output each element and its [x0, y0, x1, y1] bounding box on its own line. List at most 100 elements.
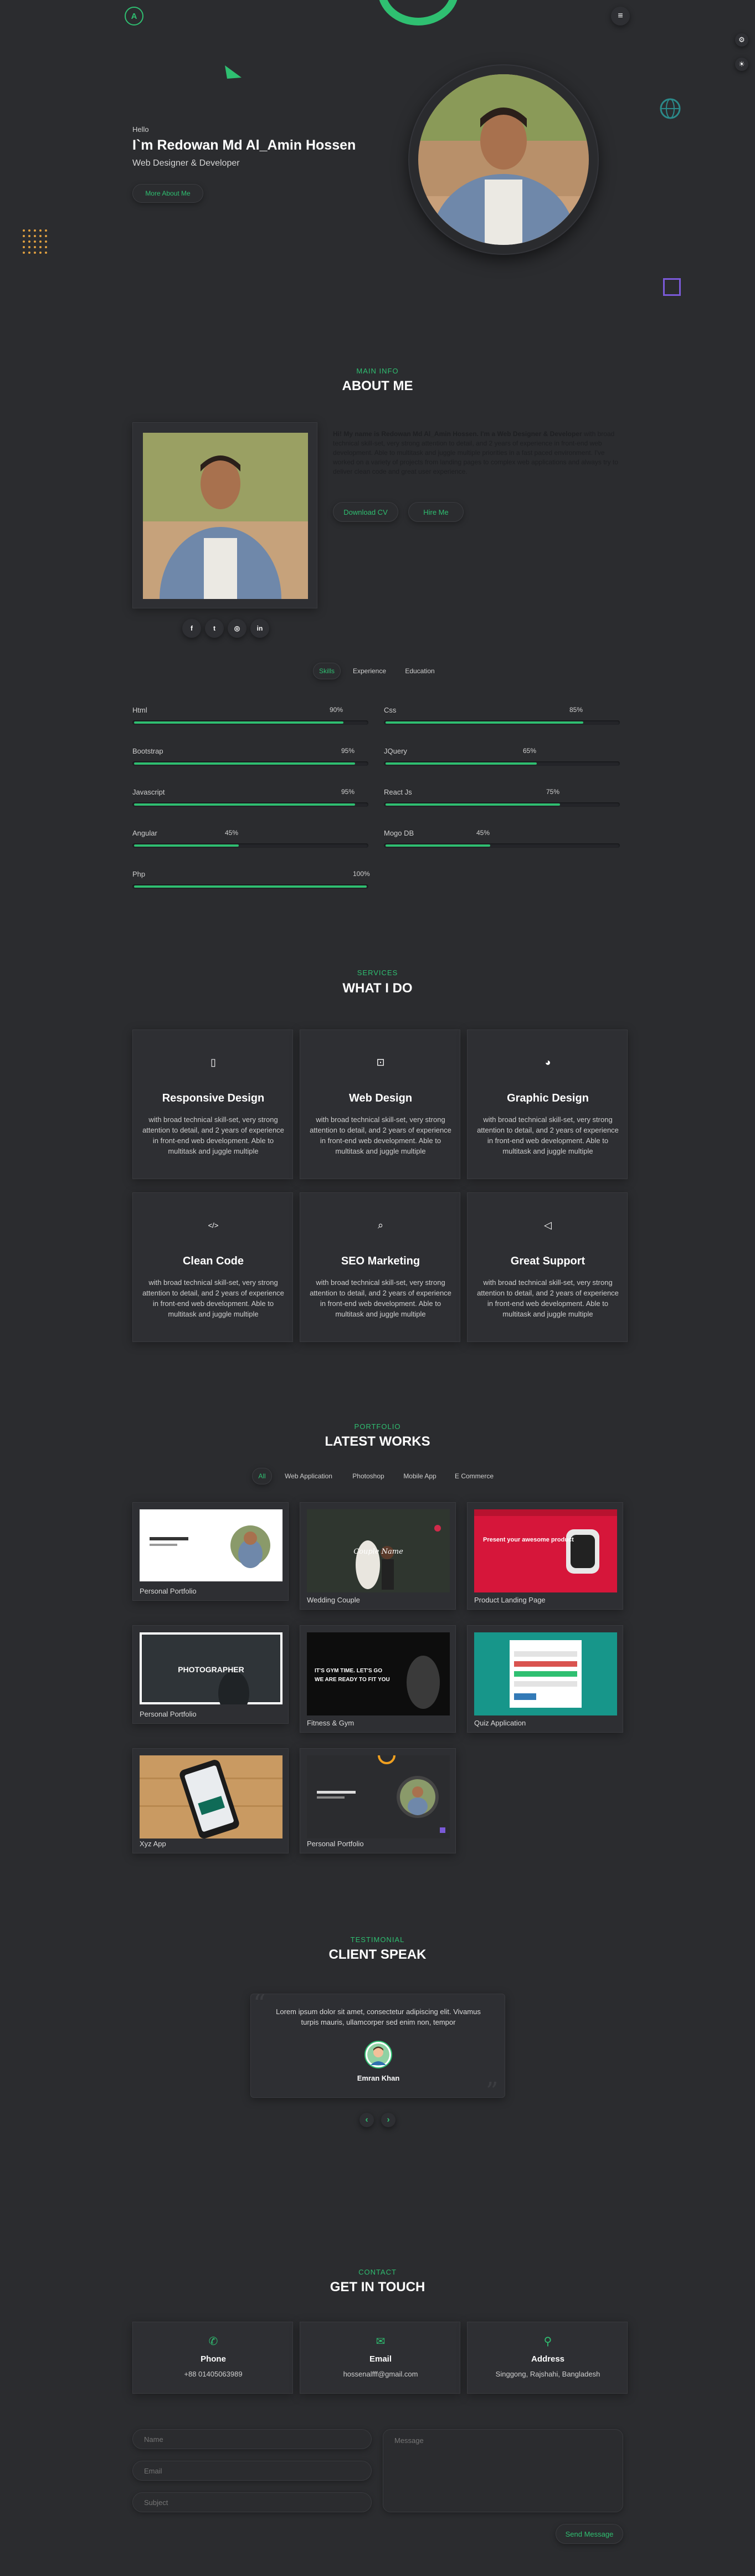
mobile-icon: ▯	[210, 1056, 216, 1068]
skill-bar-fill	[386, 844, 490, 847]
about-bio-lead: Hi! My name is Redowan Md Al_Amin Hossen…	[333, 430, 582, 438]
skill-bar	[384, 802, 620, 807]
tab-skills[interactable]: Skills	[313, 663, 341, 679]
menu-icon[interactable]: ≡	[611, 7, 630, 25]
services-subtitle: Services	[357, 969, 398, 977]
skill-bar-fill	[134, 885, 367, 888]
work-caption: Personal Portfolio	[140, 1587, 197, 1595]
skill-bar	[132, 761, 368, 766]
service-title: Graphic Design	[507, 1092, 589, 1104]
about-subtitle: Main Info	[356, 367, 399, 375]
work-caption: Fitness & Gym	[307, 1719, 355, 1727]
decor-ring-top	[378, 0, 459, 25]
work-card[interactable]: Personal Portfolio	[300, 1748, 456, 1853]
subject-field[interactable]	[132, 2492, 372, 2512]
skill-bar-fill	[386, 762, 537, 765]
contact-value: +88 01405063989	[184, 2370, 243, 2378]
skill-name: React Js	[384, 788, 412, 796]
skill-percent: 95%	[341, 788, 355, 796]
testimonial-subtitle: Testimonial	[350, 1935, 405, 1944]
service-description: with broad technical skill-set, very str…	[477, 1278, 619, 1318]
skill-name: JQuery	[384, 747, 407, 755]
portfolio-title: Latest Works	[325, 1434, 430, 1449]
email-field[interactable]	[132, 2461, 372, 2481]
testimonial-title: Client Speak	[328, 1947, 427, 1962]
quote-open-icon: “	[253, 1990, 266, 2018]
decor-triangle-icon	[225, 65, 242, 79]
work-thumbnail: PHOTOGRAPHER	[140, 1632, 283, 1704]
service-title: Web Design	[348, 1092, 413, 1104]
contact-value: hossenalfff@gmail.com	[343, 2370, 418, 2378]
service-card: ⊡ Web Design with broad technical skill-se…	[300, 1030, 460, 1179]
contact-card-phone: ✆ Phone +88 01405063989	[132, 2322, 293, 2394]
skill-percent: 85%	[569, 706, 583, 714]
work-card[interactable]: IT'S GYM TIME. LET'S GO WE ARE READY TO …	[300, 1625, 456, 1733]
more-about-me-button[interactable]: More About Me	[132, 184, 203, 203]
service-card: ◕ Graphic Design with broad technical skil…	[467, 1030, 628, 1179]
service-title: Responsive Design	[162, 1092, 265, 1104]
work-card[interactable]: Couple Name Wedding Couple	[300, 1502, 456, 1610]
work-caption: Wedding Couple	[307, 1596, 360, 1604]
instagram-icon[interactable]: ◎	[228, 619, 246, 638]
work-card[interactable]: Personal Portfolio	[132, 1502, 289, 1601]
skill-name: Php	[132, 870, 146, 878]
filter-web-application[interactable]: Web Application	[277, 1468, 340, 1484]
skill-bar-fill	[134, 844, 239, 847]
message-field[interactable]	[383, 2429, 623, 2512]
skill-name: Mogo DB	[384, 829, 414, 837]
filter-photoshop[interactable]: Photoshop	[346, 1468, 391, 1484]
logo[interactable]: A	[125, 7, 143, 25]
about-title: About Me	[342, 378, 413, 393]
download-cv-button[interactable]: Download CV	[333, 502, 398, 522]
skill-bar	[384, 843, 620, 848]
work-card[interactable]: PHOTOGRAPHER Personal Portfolio	[132, 1625, 289, 1724]
work-card[interactable]: Quiz Application	[467, 1625, 623, 1733]
work-card[interactable]: Present your awesome product Product Lan…	[467, 1502, 623, 1610]
carousel-prev-icon[interactable]: ‹	[359, 2113, 374, 2127]
filter-mobile-app[interactable]: Mobile App	[397, 1468, 443, 1484]
code-icon: </>	[208, 1221, 219, 1230]
about-photo	[143, 433, 308, 599]
facebook-icon[interactable]: f	[182, 619, 201, 638]
work-caption: Product Landing Page	[474, 1596, 546, 1604]
skill-percent: 95%	[341, 747, 355, 755]
tab-education[interactable]: Education	[397, 663, 443, 679]
filter-e-commerce[interactable]: E Commerce	[449, 1468, 500, 1484]
contact-card-address: ⚲ Address Singgong, Rajshahi, Bangladesh	[467, 2322, 628, 2394]
decor-globe-icon	[660, 98, 681, 119]
send-message-button[interactable]: Send Message	[556, 2524, 623, 2544]
decor-square	[663, 278, 681, 296]
hire-me-button[interactable]: Hire Me	[408, 502, 464, 522]
skill-bar	[132, 843, 368, 848]
skill-bar-fill	[134, 803, 355, 806]
service-title: Great Support	[510, 1255, 585, 1267]
contact-label: Email	[369, 2354, 392, 2364]
tab-experience[interactable]: Experience	[347, 663, 392, 679]
skill-percent: 75%	[546, 788, 560, 796]
twitter-icon[interactable]: t	[205, 619, 224, 638]
service-description: with broad technical skill-set, very str…	[142, 1115, 284, 1155]
contact-title: Get In Touch	[330, 2280, 425, 2295]
service-card: ◁ Great Support with broad technical skill…	[467, 1192, 628, 1342]
contact-card-email: ✉ Email hossenalfff@gmail.com	[300, 2322, 460, 2394]
service-card: </> Clean Code with broad technical skill-…	[132, 1192, 293, 1342]
service-description: with broad technical skill-set, very str…	[310, 1278, 451, 1318]
work-thumbnail	[307, 1755, 450, 1838]
contact-value: Singgong, Rajshahi, Bangladesh	[495, 2370, 600, 2378]
linkedin-icon[interactable]: in	[250, 619, 269, 638]
wedding-couple-text: Couple Name	[353, 1548, 403, 1556]
theme-toggle-icon[interactable]: ☀	[735, 58, 748, 71]
settings-icon[interactable]: ⚙	[735, 33, 748, 47]
skill-percent: 45%	[225, 829, 239, 837]
carousel-next-icon[interactable]: ›	[381, 2113, 396, 2127]
skill-bar-fill	[386, 803, 560, 806]
work-caption: Xyz App	[140, 1840, 166, 1848]
skill-bar	[132, 884, 368, 889]
skill-percent: 45%	[476, 829, 490, 837]
location-icon: ⚲	[543, 2336, 552, 2348]
work-card[interactable]: Xyz App	[132, 1748, 289, 1853]
fitness-headline-1: IT'S GYM TIME. LET'S GO	[315, 1668, 382, 1674]
service-card: ▯ Responsive Design with broad technical s…	[132, 1030, 293, 1179]
name-field[interactable]	[132, 2429, 372, 2449]
filter-all[interactable]: All	[252, 1468, 272, 1484]
